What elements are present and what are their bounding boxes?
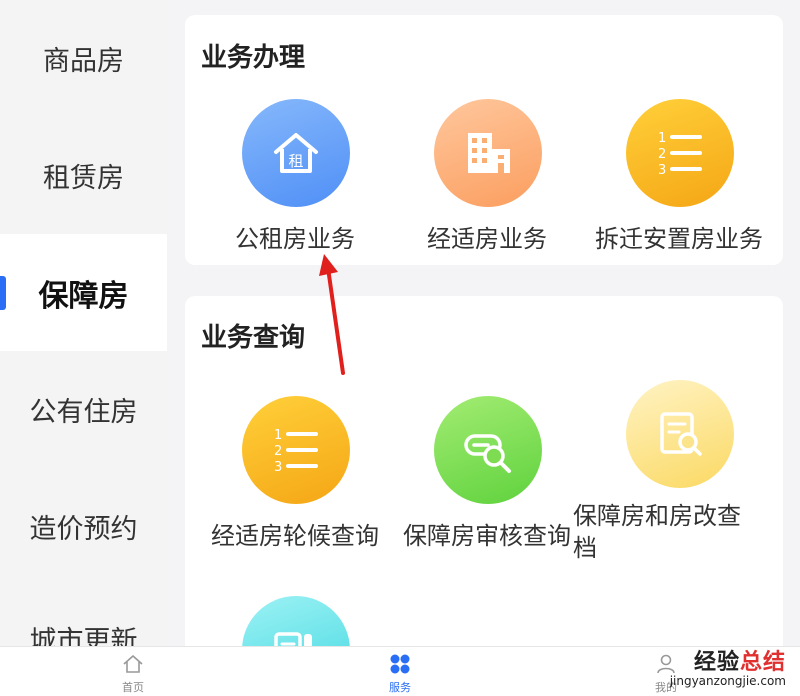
search-card-icon <box>434 396 542 504</box>
bottom-nav: 首页 服务 我的 <box>0 646 800 696</box>
svg-text:1: 1 <box>658 131 666 146</box>
nav-profile[interactable]: 我的 <box>626 653 706 695</box>
nav-label: 我的 <box>655 681 677 694</box>
sidebar-item-commercial-housing[interactable]: 商品房 <box>0 0 167 117</box>
numbered-list-icon: 123 <box>242 396 350 504</box>
sidebar-item-affordable-housing[interactable]: 保障房 <box>0 234 167 351</box>
tile-label: 拆迁安置房业务 <box>595 225 763 253</box>
sidebar-item-cost-appointment[interactable]: 造价预约 <box>0 468 167 585</box>
svg-text:租: 租 <box>288 152 303 170</box>
svg-text:3: 3 <box>658 163 666 178</box>
tile-label: 保障房审核查询 <box>403 522 571 550</box>
home-icon <box>123 655 143 673</box>
tile-label: 保障房和房改查档 <box>573 502 741 562</box>
section-title: 业务查询 <box>201 323 306 353</box>
tile-label: 经适房业务 <box>427 225 547 253</box>
sidebar-item-urban-renewal[interactable]: 城市更新 <box>0 580 167 646</box>
nav-service[interactable]: 服务 <box>360 653 440 695</box>
nav-label: 首页 <box>122 681 144 694</box>
tile-label: 公租房业务 <box>235 225 355 253</box>
svg-text:2: 2 <box>658 147 666 162</box>
active-indicator <box>0 276 6 310</box>
sidebar-item-label: 城市更新 <box>29 626 138 646</box>
house-rent-icon: 租 <box>242 99 350 207</box>
numbered-list-icon: 123 <box>626 99 734 207</box>
svg-text:1: 1 <box>274 428 282 443</box>
svg-text:2: 2 <box>274 444 282 459</box>
user-icon <box>657 654 675 674</box>
svg-text:3: 3 <box>274 460 282 475</box>
grid-icon <box>390 654 410 674</box>
sidebar-item-public-housing[interactable]: 公有住房 <box>0 351 167 468</box>
nav-home[interactable]: 首页 <box>93 653 173 695</box>
nav-label: 服务 <box>389 681 411 694</box>
sidebar-item-label: 造价预约 <box>29 514 138 545</box>
annotation-arrow <box>319 254 345 375</box>
sidebar-item-label: 公有住房 <box>29 397 138 428</box>
section-title: 业务办理 <box>201 43 306 73</box>
sidebar-item-label: 商品房 <box>43 46 124 77</box>
building-icon <box>434 99 542 207</box>
business-section-card: 业务办理 租 公租房业务 经适房业务 1 2 3 拆迁安置房业务 <box>185 15 783 265</box>
sidebar-item-rental-housing[interactable]: 租赁房 <box>0 117 167 234</box>
sidebar-item-label: 保障房 <box>38 278 129 314</box>
document-search-icon <box>626 380 734 488</box>
sidebar-item-label: 租赁房 <box>43 163 124 194</box>
query-section-card: 业务查询 123 经适房轮候查询 保障房审核查询 保障房和房改查档 <box>185 296 783 696</box>
tile-label: 经适房轮候查询 <box>211 522 379 550</box>
category-sidebar: 商品房 租赁房 保障房 公有住房 造价预约 城市更新 <box>0 0 167 646</box>
